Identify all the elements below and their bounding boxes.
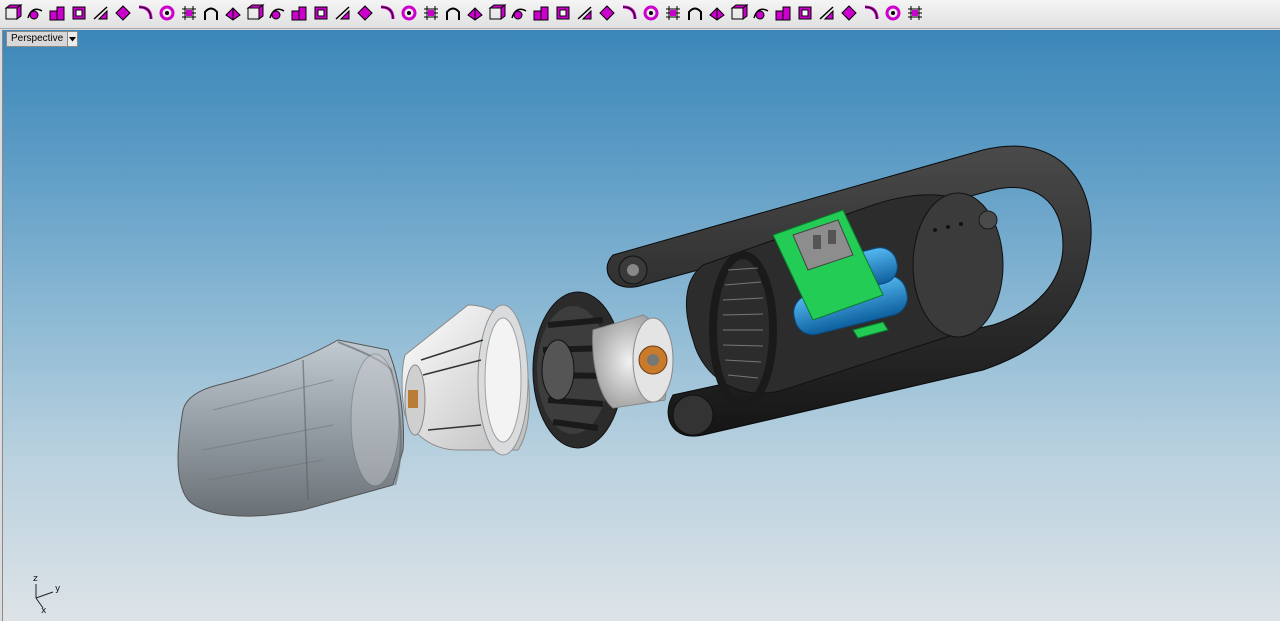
flag-surface-icon[interactable] xyxy=(795,3,815,23)
wire-cut-icon[interactable] xyxy=(355,3,375,23)
rotate-face-icon[interactable] xyxy=(509,3,529,23)
boolean-union-icon[interactable] xyxy=(47,3,67,23)
axis-z-label: z xyxy=(33,574,38,584)
exploded-vacuum-model[interactable] xyxy=(3,30,1280,621)
control-points-icon[interactable] xyxy=(575,3,595,23)
project-curve-icon[interactable] xyxy=(619,3,639,23)
extrude-curve-icon[interactable] xyxy=(223,3,243,23)
array-grid-icon[interactable] xyxy=(399,3,419,23)
chamfer-edge-icon[interactable] xyxy=(113,3,133,23)
branch-lines-icon[interactable] xyxy=(663,3,683,23)
rotate-star-icon[interactable] xyxy=(729,3,749,23)
move-edge-icon[interactable] xyxy=(487,3,507,23)
cap-planar-holes-icon[interactable] xyxy=(289,3,309,23)
flow-along-curve-icon[interactable] xyxy=(597,3,617,23)
fillet-edge-icon[interactable] xyxy=(91,3,111,23)
move-face-icon[interactable] xyxy=(465,3,485,23)
extract-surface-icon[interactable] xyxy=(421,3,441,23)
patch-icon[interactable] xyxy=(553,3,573,23)
command-toolbar xyxy=(0,0,1280,29)
planar-grid-icon[interactable] xyxy=(839,3,859,23)
patch-surface-icon[interactable] xyxy=(817,3,837,23)
transform-handle-icon[interactable] xyxy=(707,3,727,23)
trim-cross-icon[interactable] xyxy=(861,3,881,23)
blend-edge-icon[interactable] xyxy=(135,3,155,23)
perspective-viewport[interactable]: Perspective z y x xyxy=(2,30,1280,621)
boolean-difference-icon[interactable] xyxy=(333,3,353,23)
translucent-nozzle[interactable] xyxy=(177,339,404,517)
delete-face-icon[interactable] xyxy=(443,3,463,23)
network-surface-icon[interactable] xyxy=(179,3,199,23)
pipe-arch-icon[interactable] xyxy=(201,3,221,23)
motor[interactable] xyxy=(592,314,674,409)
axis-x-label: x xyxy=(41,606,47,616)
sweep-icon[interactable] xyxy=(25,3,45,23)
polyhedron-icon[interactable] xyxy=(751,3,771,23)
gear-settings-icon[interactable] xyxy=(905,3,925,23)
box-edges-icon[interactable] xyxy=(69,3,89,23)
sketch-plane-icon[interactable] xyxy=(685,3,705,23)
rib-icon[interactable] xyxy=(773,3,793,23)
twist-icon[interactable] xyxy=(531,3,551,23)
box-icon[interactable] xyxy=(3,3,23,23)
boolean-split-icon[interactable] xyxy=(377,3,397,23)
axis-indicator: z y x xyxy=(21,570,71,620)
split-solid-icon[interactable] xyxy=(267,3,287,23)
axis-y-label: y xyxy=(55,584,61,594)
rail-revolve-icon[interactable] xyxy=(157,3,177,23)
split-curve-icon[interactable] xyxy=(641,3,661,23)
shell-icon[interactable] xyxy=(311,3,331,23)
offset-surface-icon[interactable] xyxy=(245,3,265,23)
filter-cone[interactable] xyxy=(401,304,530,456)
solid-cube-icon[interactable] xyxy=(883,3,903,23)
